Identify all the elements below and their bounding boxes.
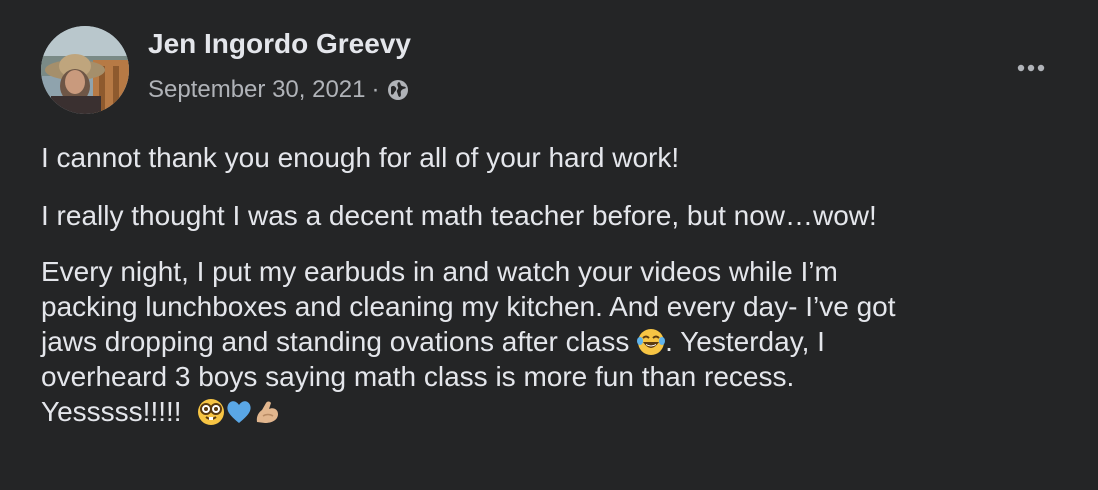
more-options-icon[interactable] bbox=[1006, 50, 1056, 86]
post-date[interactable]: September 30, 2021 bbox=[148, 76, 366, 104]
post-line: jaws dropping and standing ovations afte… bbox=[41, 324, 1081, 359]
post-line: Yesssss!!!!! bbox=[41, 394, 1081, 429]
post-line: Every night, I put my earbuds in and wat… bbox=[41, 256, 838, 287]
post-line-text: Yesssss!!!!! bbox=[41, 396, 182, 427]
blue-heart-emoji-icon bbox=[225, 398, 253, 426]
meta-separator: · bbox=[371, 76, 380, 103]
post-paragraph-2: I really thought I was a decent math tea… bbox=[41, 200, 877, 231]
nerd-face-emoji-icon bbox=[197, 398, 225, 426]
facebook-post: Jen Ingordo Greevy September 30, 2021 · … bbox=[0, 0, 1098, 490]
author-avatar[interactable] bbox=[41, 26, 129, 114]
post-body: I cannot thank you enough for all of you… bbox=[41, 140, 1081, 429]
post-line-text: . Yesterday, I bbox=[665, 326, 825, 357]
avatar-photo bbox=[41, 26, 129, 114]
laughing-crying-emoji-icon bbox=[637, 328, 666, 356]
post-paragraph-1: I cannot thank you enough for all of you… bbox=[41, 142, 680, 173]
post-paragraph-3: Every night, I put my earbuds in and wat… bbox=[41, 254, 1081, 429]
post-line-text: jaws dropping and standing ovations afte… bbox=[41, 326, 630, 357]
post-line: overheard 3 boys saying math class is mo… bbox=[41, 361, 795, 392]
post-meta: September 30, 2021 · bbox=[148, 76, 410, 104]
author-name[interactable]: Jen Ingordo Greevy bbox=[148, 28, 411, 60]
flexed-biceps-emoji-icon bbox=[253, 398, 281, 426]
globe-icon[interactable] bbox=[386, 78, 410, 102]
post-line: packing lunchboxes and cleaning my kitch… bbox=[41, 291, 896, 322]
